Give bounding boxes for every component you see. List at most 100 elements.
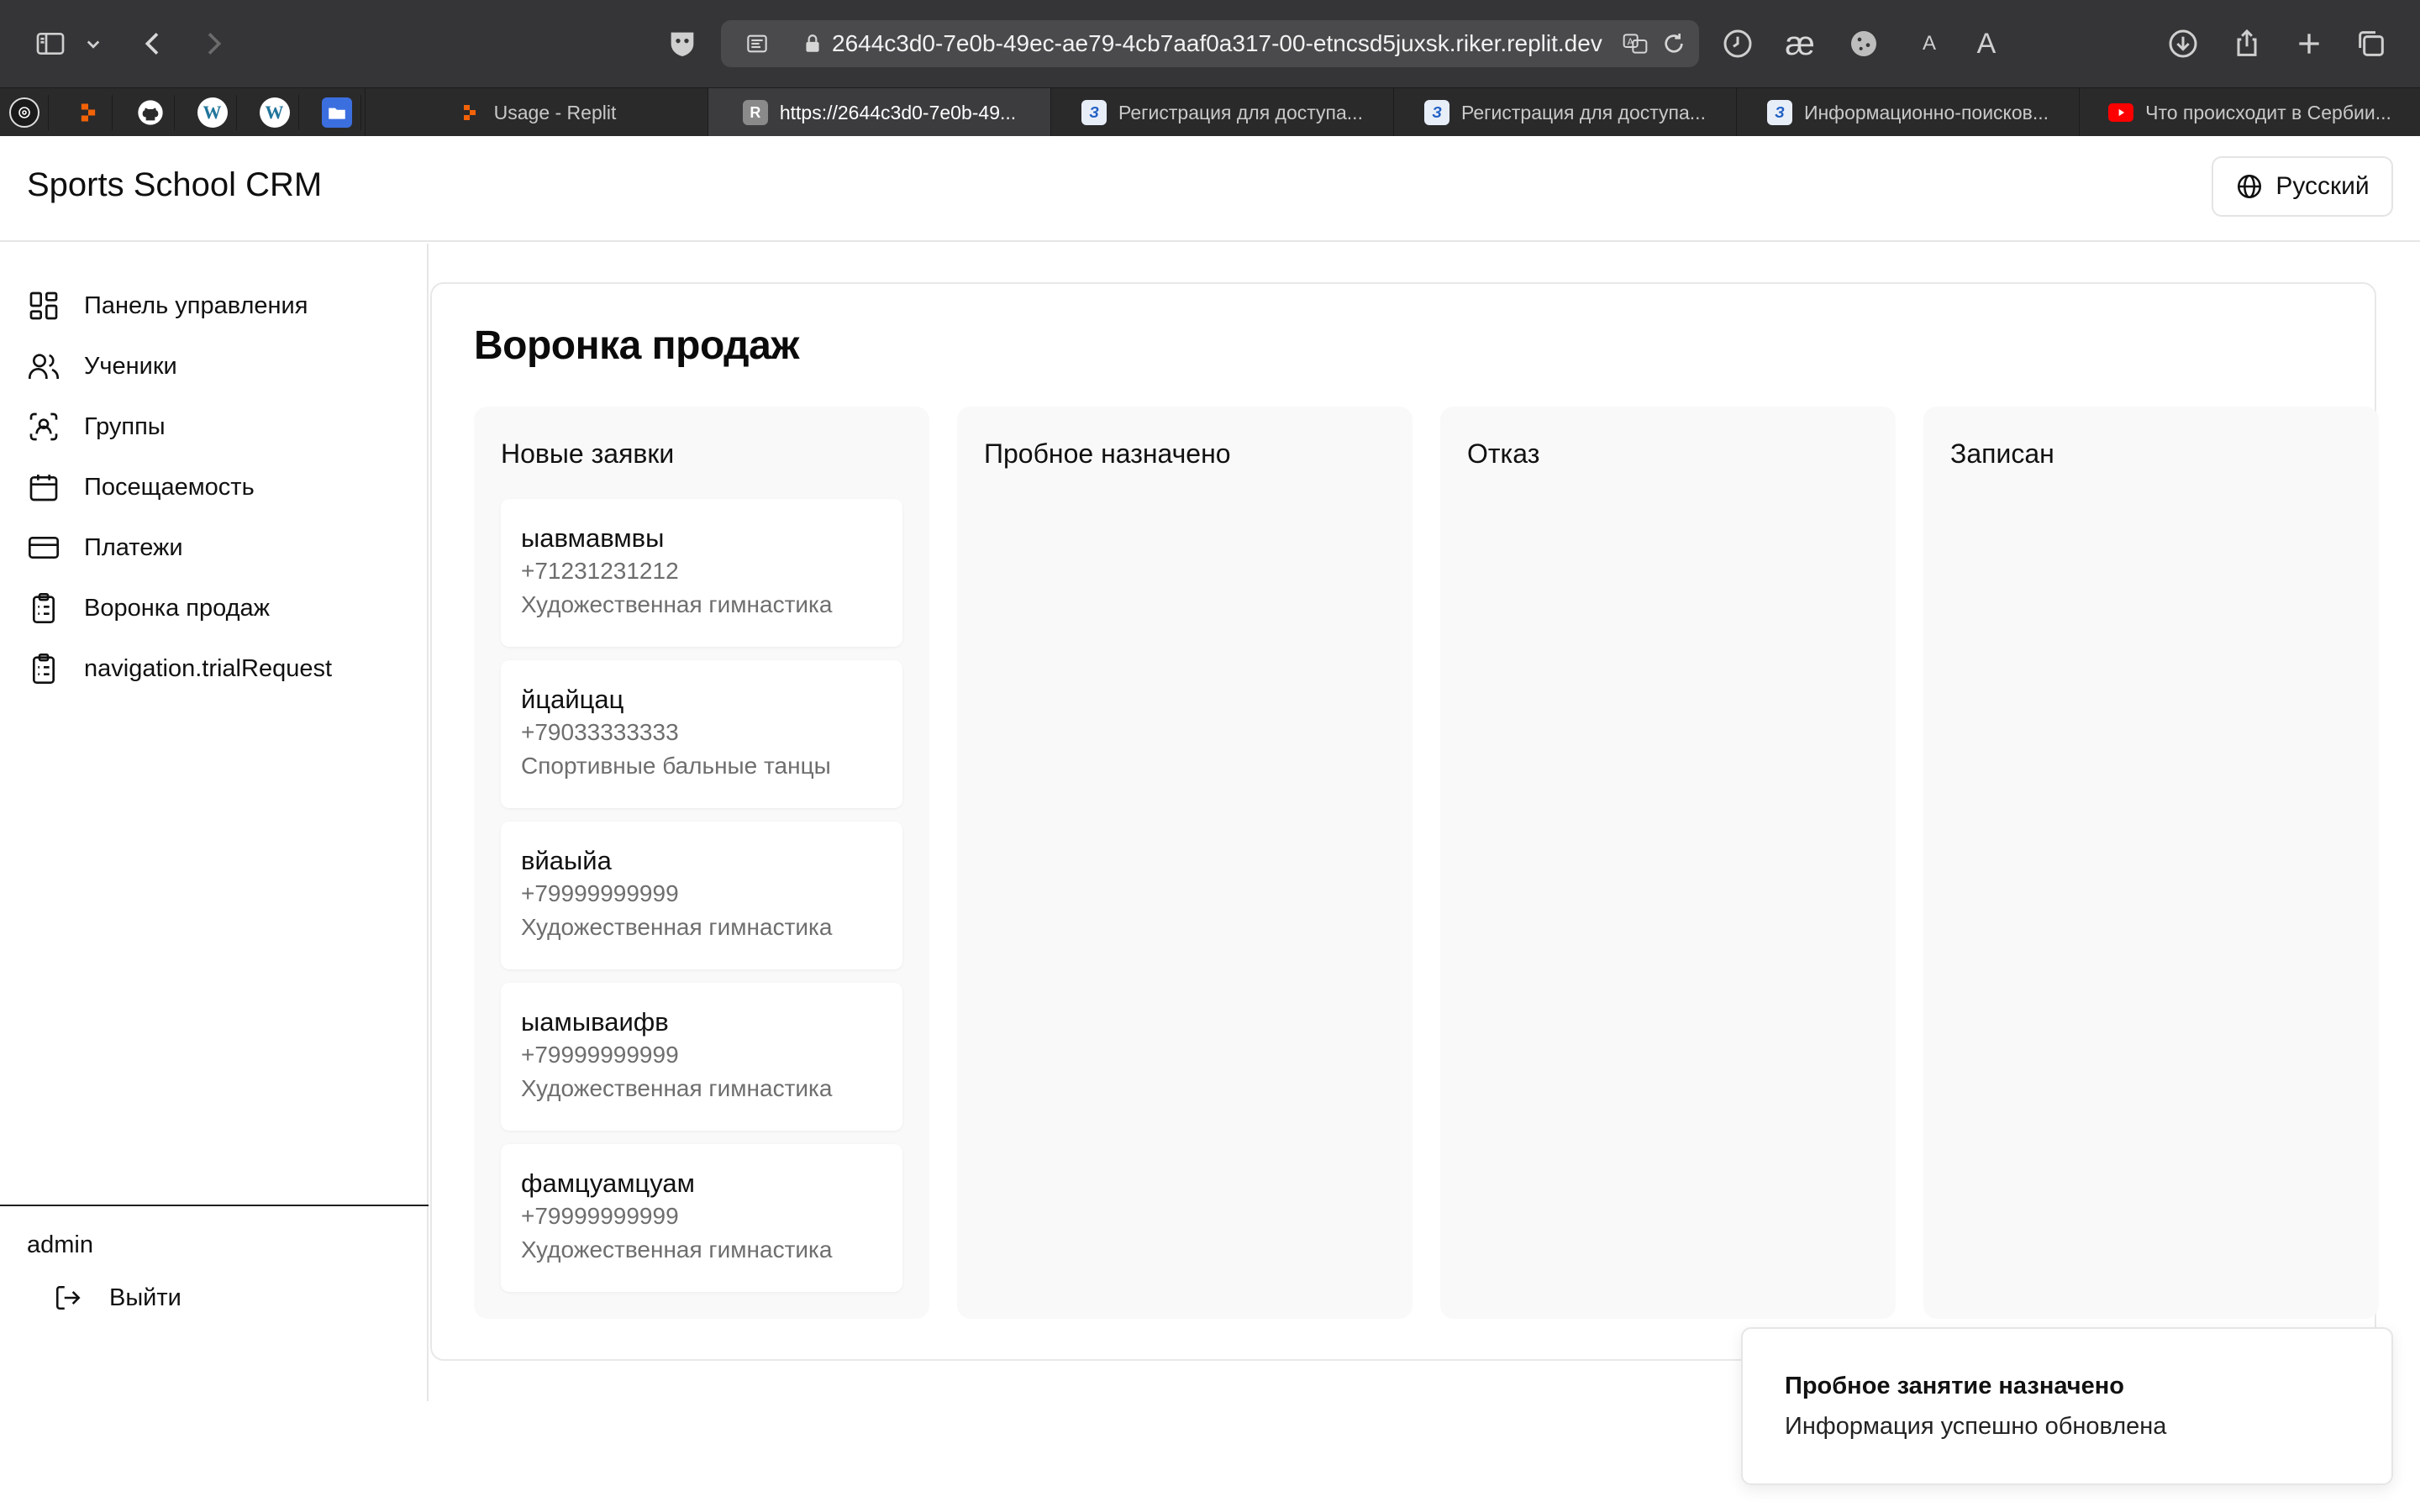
z-icon: З	[1081, 100, 1107, 125]
clipboard-icon	[33, 593, 55, 623]
column-title: Отказ	[1467, 438, 1540, 469]
cookie-icon[interactable]	[1845, 25, 1882, 62]
pinned-tab-wordpress-2[interactable]: W	[250, 95, 299, 130]
tab-title: Что происходит в Сербии...	[2145, 101, 2391, 123]
shield-icon[interactable]	[664, 25, 701, 62]
lead-name: вйаыйа	[521, 846, 612, 875]
tab-title: Информационно-поисков...	[1803, 101, 2049, 123]
ae-icon[interactable]: æ	[1781, 25, 1818, 62]
toast-notification[interactable]: Пробное занятие назначено Информация усп…	[1741, 1327, 2393, 1485]
tab-title: https://2644c3d0-7e0b-49...	[779, 101, 1017, 123]
reload-icon[interactable]	[1660, 30, 1687, 57]
sidebar-item-dashboard[interactable]: Панель управления	[27, 286, 308, 326]
dashboard-icon	[29, 291, 58, 320]
user-name: admin	[27, 1231, 93, 1258]
column-enrolled: Записан	[1923, 407, 2379, 1319]
replit-icon	[457, 100, 482, 125]
tabs-icon[interactable]	[2353, 25, 2390, 62]
lead-phone: +79999999999	[521, 1203, 679, 1229]
folder-icon	[321, 97, 352, 128]
tab-usage-replit[interactable]: Usage - Replit	[365, 88, 708, 137]
column-title: Новые заявки	[501, 438, 675, 469]
tab-info-search[interactable]: З Информационно-поисков...	[1736, 88, 2079, 137]
replit-icon	[73, 97, 103, 128]
tab-current[interactable]: R https://2644c3d0-7e0b-49...	[708, 88, 1050, 137]
lead-card[interactable]: йцайцац +79033333333 Спортивные бальные …	[501, 660, 902, 808]
lead-card[interactable]: ыавмавмвы +71231231212 Художественная ги…	[501, 499, 902, 647]
lead-card[interactable]: ыамываифв +79999999999 Художественная ги…	[501, 983, 902, 1131]
group-scan-icon	[29, 412, 58, 441]
sidebar-item-label: navigation.trialRequest	[84, 654, 333, 682]
r-icon: R	[742, 100, 768, 125]
back-icon[interactable]	[134, 25, 171, 62]
language-button[interactable]: Русский	[2212, 156, 2393, 217]
users-icon	[29, 354, 59, 379]
tab-registration-1[interactable]: З Регистрация для доступа...	[1050, 88, 1393, 137]
wordpress-icon: W	[259, 97, 290, 128]
calendar-icon	[29, 475, 58, 501]
reader-icon[interactable]	[743, 30, 771, 57]
pinned-tab-replit[interactable]	[64, 95, 113, 130]
download-icon[interactable]	[2165, 25, 2202, 62]
column-new-requests: Новые заявки ыавмавмвы +71231231212 Худо…	[474, 407, 929, 1319]
sidebar-item-payments[interactable]: Платежи	[27, 528, 183, 568]
lead-phone: +79999999999	[521, 1042, 679, 1068]
lead-name: фамцуамцуам	[521, 1168, 695, 1198]
lead-name: ыамываифв	[521, 1007, 669, 1037]
column-cards: ыавмавмвы +71231231212 Художественная ги…	[501, 499, 902, 1305]
sidebar-item-label: Группы	[84, 412, 166, 440]
forward-icon[interactable]	[195, 25, 232, 62]
language-label: Русский	[2275, 172, 2370, 200]
logout-button[interactable]: Выйти	[54, 1284, 182, 1312]
share-icon[interactable]	[2228, 25, 2265, 62]
z-icon: З	[1424, 100, 1450, 125]
z-icon: З	[1766, 100, 1792, 125]
lead-name: йцайцац	[521, 685, 624, 714]
lead-sport: Спортивные бальные танцы	[521, 753, 831, 779]
tab-title: Регистрация для доступа...	[1461, 101, 1706, 123]
url-text[interactable]: 2644c3d0-7e0b-49ec-ae79-4cb7aaf0a317-00-…	[832, 20, 1602, 67]
tab-youtube[interactable]: Что происходит в Сербии...	[2079, 88, 2420, 137]
lead-sport: Художественная гимнастика	[521, 1075, 833, 1101]
pinned-tab-folder[interactable]	[313, 95, 361, 130]
address-bar[interactable]: 2644c3d0-7e0b-49ec-ae79-4cb7aaf0a317-00-…	[721, 20, 1699, 67]
translate-icon[interactable]: A	[1622, 30, 1649, 57]
text-small-icon[interactable]: A	[1911, 25, 1948, 62]
pinned-tab-github[interactable]	[126, 95, 175, 130]
lead-card[interactable]: вйаыйа +79999999999 Художественная гимна…	[501, 822, 902, 969]
app-header: Sports School CRM Русский	[0, 136, 2420, 242]
sidebar-item-trial-request[interactable]: navigation.trialRequest	[27, 648, 332, 689]
wordpress-icon: W	[197, 97, 228, 128]
sidebar-icon[interactable]	[32, 25, 69, 62]
tab-registration-2[interactable]: З Регистрация для доступа...	[1393, 88, 1736, 137]
youtube-icon	[2108, 103, 2134, 122]
sidebar-item-sales-funnel[interactable]: Воронка продаж	[27, 588, 270, 628]
sidebar-footer: admin Выйти	[0, 1205, 429, 1311]
sidebar-item-label: Посещаемость	[84, 473, 255, 501]
pinned-tab-openai[interactable]	[0, 95, 49, 130]
tab-bar: W W Usage - Replit R https://2644c3d0-7e…	[0, 87, 2420, 137]
lead-sport: Художественная гимнастика	[521, 591, 833, 617]
column-refusal: Отказ	[1440, 407, 1896, 1319]
history-icon[interactable]	[1719, 25, 1756, 62]
sidebar-item-attendance[interactable]: Посещаемость	[27, 467, 255, 507]
column-title: Пробное назначено	[984, 438, 1231, 469]
pinned-tab-wordpress-1[interactable]: W	[188, 95, 237, 130]
clipboard-icon	[33, 654, 55, 684]
tab-title: Регистрация для доступа...	[1118, 101, 1363, 123]
text-large-icon[interactable]: A	[1968, 25, 2005, 62]
column-title: Записан	[1950, 438, 2054, 469]
openai-icon	[8, 97, 39, 128]
sidebar-item-groups[interactable]: Группы	[27, 407, 166, 447]
sidebar-item-label: Панель управления	[84, 291, 308, 319]
globe-icon	[2238, 174, 2262, 199]
logout-label: Выйти	[109, 1284, 182, 1311]
chevron-down-icon[interactable]	[81, 25, 106, 62]
sidebar-item-students[interactable]: Ученики	[27, 346, 177, 386]
lead-name: ыавмавмвы	[521, 523, 665, 553]
sidebar: Панель управления Ученики Группы Посещае…	[0, 244, 429, 1401]
sidebar-item-label: Ученики	[84, 352, 177, 380]
plus-icon[interactable]	[2291, 25, 2328, 62]
lead-card[interactable]: фамцуамцуам +79999999999 Художественная …	[501, 1144, 902, 1292]
lead-phone: +79999999999	[521, 880, 679, 906]
